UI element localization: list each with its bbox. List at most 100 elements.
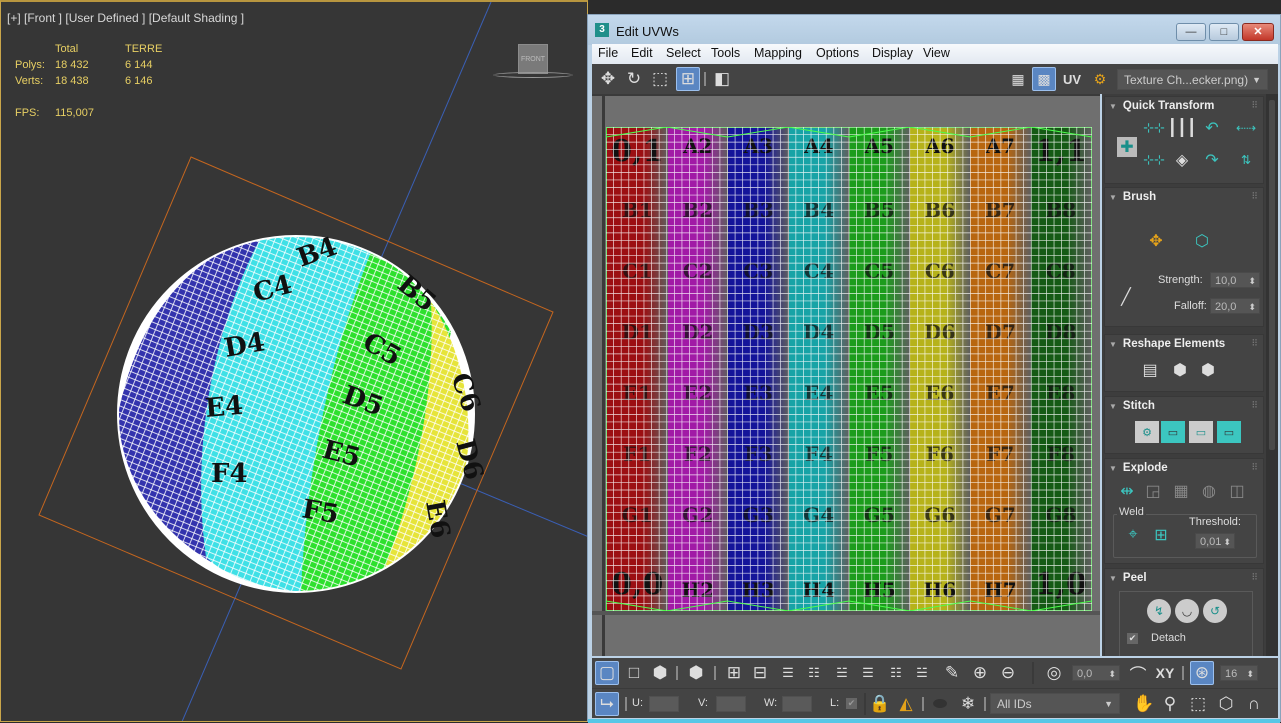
menu-select[interactable]: Select [666, 46, 701, 60]
ring-icon[interactable]: ☰ [856, 661, 880, 685]
paint-move-icon[interactable]: ✥ [1143, 228, 1169, 254]
menu-view[interactable]: View [923, 46, 950, 60]
checker-pattern-icon[interactable]: ▦ [1006, 67, 1030, 91]
maximize-button[interactable]: □ [1209, 23, 1239, 41]
coord-space-xy[interactable]: XY [1152, 661, 1178, 685]
lock-selection-icon[interactable]: 🔒 [868, 692, 892, 716]
soft-selection-icon[interactable]: ◎ [1042, 661, 1066, 685]
rollout-title[interactable]: ▼ Brush [1109, 191, 1156, 203]
grid-spinner[interactable]: 16 ⬍ [1220, 665, 1258, 681]
relax-settings-icon[interactable]: ⬢ [1195, 357, 1221, 383]
menu-edit[interactable]: Edit [631, 46, 653, 60]
hide-show-icon[interactable]: ◭ [894, 692, 918, 716]
menu-mapping[interactable]: Mapping [754, 46, 802, 60]
flatten-by-smoothing-icon[interactable]: ◍ [1197, 479, 1221, 503]
edge-mode-icon[interactable]: □ [622, 661, 646, 685]
show-map-icon[interactable]: ▩ [1032, 67, 1056, 91]
polygon-mode-icon[interactable]: ⬢ [648, 661, 672, 685]
straighten-icon[interactable]: ▤ [1137, 357, 1163, 383]
title-bar[interactable]: 3 Edit UVWs — □ ✕ [588, 15, 1280, 45]
grip-icon[interactable]: ⠿ [1251, 100, 1258, 111]
panel-scrollbar[interactable] [1266, 94, 1278, 656]
zoom-extents-icon[interactable]: ⬡ [1214, 692, 1238, 716]
shrink-loop-icon[interactable]: ☱ [830, 661, 854, 685]
peel-mode-icon[interactable]: ◡ [1175, 599, 1199, 623]
stitch-to-target-icon[interactable]: ▭ [1217, 421, 1241, 443]
reset-peel-icon[interactable]: ↺ [1203, 599, 1227, 623]
grip-icon[interactable]: ⠿ [1251, 400, 1258, 411]
space-horizontal-icon[interactable]: ⇠⇢ [1233, 117, 1259, 139]
grow-ring-icon[interactable]: ☷ [884, 661, 908, 685]
shrink-ring-icon[interactable]: ☱ [910, 661, 934, 685]
stitch-average-icon[interactable]: ▭ [1189, 421, 1213, 443]
menu-options[interactable]: Options [816, 46, 859, 60]
rollout-title[interactable]: ▼ Stitch [1109, 400, 1155, 412]
stitch-to-source-icon[interactable]: ▭ [1161, 421, 1185, 443]
rollout-title[interactable]: ▼ Peel [1109, 572, 1147, 584]
quick-peel-icon[interactable]: ↯ [1147, 599, 1171, 623]
relax-icon[interactable]: ⬢ [1167, 357, 1193, 383]
grow-selection-icon[interactable]: ⊞ [722, 661, 746, 685]
texture-dropdown[interactable]: Texture Ch...ecker.png) ▼ [1117, 69, 1268, 90]
grip-icon[interactable]: ⠿ [1251, 191, 1258, 202]
mirror-icon[interactable]: ◧ [710, 67, 734, 91]
rollout-title[interactable]: ▼ Explode [1109, 462, 1168, 474]
w-field[interactable] [782, 696, 812, 712]
uv-editor-canvas[interactable]: 0,1 B1 C1 D1 E1 F1 G1 0,0 A2 B2 C2 D2 E2 F2 G2 H2 A3 B3 C3… [592, 94, 1100, 656]
zoom-region-icon[interactable]: ⬚ [1186, 692, 1210, 716]
align-vertical-icon[interactable]: ⊹⊹ [1141, 149, 1167, 171]
relax-brush-icon[interactable]: ⬡ [1189, 228, 1215, 254]
close-button[interactable]: ✕ [1242, 23, 1274, 41]
flatten-by-polygon-icon[interactable]: ▦ [1169, 479, 1193, 503]
uv-toggle[interactable]: UV [1058, 67, 1086, 91]
shrink-selection-icon[interactable]: ⊟ [748, 661, 772, 685]
space-vertical-arrows-icon[interactable]: ⇅ [1233, 149, 1259, 171]
freeform-icon[interactable]: ⊞ [676, 67, 700, 91]
material-id-dropdown[interactable]: All IDs ▼ [990, 693, 1120, 714]
falloff-curve-icon[interactable]: ╱ [1113, 284, 1139, 310]
rotate-ccw-icon[interactable]: ↶ [1199, 117, 1225, 139]
angle-spinner[interactable]: 0,0 ⬍ [1072, 665, 1120, 681]
rollout-title[interactable]: ▼ Quick Transform [1109, 100, 1214, 112]
weld-target-icon[interactable]: ⊞ [1149, 523, 1173, 547]
pivot-icon[interactable]: ✚ [1117, 137, 1137, 157]
linear-align-icon[interactable]: ◈ [1169, 149, 1195, 171]
grip-icon[interactable]: ⠿ [1251, 338, 1258, 349]
shrink-brush-icon[interactable]: ⊖ [996, 661, 1020, 685]
menu-display[interactable]: Display [872, 46, 913, 60]
zoom-icon[interactable]: ⚲ [1158, 692, 1182, 716]
stitch-custom-icon[interactable]: ⚙ [1135, 421, 1159, 443]
rotate-cw-icon[interactable]: ↷ [1199, 149, 1225, 171]
weld-selected-icon[interactable]: ⌖ [1121, 523, 1145, 547]
scene-svg[interactable]: B4C4D4E4F4B5C5D5E5F5C6D6E6 [1, 2, 588, 722]
detach-edge-icon[interactable]: ◲ [1141, 479, 1165, 503]
texture-settings-icon[interactable]: ⚙ [1088, 67, 1112, 91]
u-field[interactable] [649, 696, 679, 712]
element-mode-icon[interactable]: ⬢ [684, 661, 708, 685]
space-vertical-icon[interactable]: ┃┃┃ [1168, 117, 1197, 139]
menu-tools[interactable]: Tools [711, 46, 740, 60]
align-horizontal-icon[interactable]: ⊹⊹ [1141, 117, 1167, 139]
front-viewport[interactable]: [+] [Front ] [User Defined ] [Default Sh… [0, 0, 588, 722]
rollout-title[interactable]: ▼ Reshape Elements [1109, 338, 1225, 350]
snap-icon[interactable]: ∩ [1242, 692, 1266, 716]
edit-uvws-window[interactable]: 3 Edit UVWs — □ ✕ File Edit Select Tools… [587, 14, 1281, 723]
enlarge-brush-icon[interactable]: ⊕ [968, 661, 992, 685]
menu-file[interactable]: File [598, 46, 618, 60]
detach-checkbox[interactable]: ✔ [1127, 633, 1138, 644]
threshold-spinner[interactable]: 0,01 ⬍ [1195, 533, 1235, 549]
loop-icon[interactable]: ☰ [776, 661, 800, 685]
freeze-icon[interactable]: ❄ [956, 692, 980, 716]
l-checkbox[interactable]: ✔ [846, 698, 857, 709]
vertex-mode-icon[interactable]: ▢ [595, 661, 619, 685]
minimize-button[interactable]: — [1176, 23, 1206, 41]
break-icon[interactable]: ⇹ [1115, 479, 1139, 503]
flatten-by-material-icon[interactable]: ◫ [1225, 479, 1249, 503]
strength-spinner[interactable]: 10,0 ⬍ [1210, 272, 1260, 288]
falloff-spinner[interactable]: 20,0 ⬍ [1210, 298, 1260, 314]
freeze-dropdown-icon[interactable]: ⬬ [928, 692, 952, 716]
absolute-offset-icon[interactable]: ⮡ [595, 692, 619, 716]
paint-select-icon[interactable]: ✎ [940, 661, 964, 685]
pan-icon[interactable]: ✋ [1132, 692, 1156, 716]
grip-icon[interactable]: ⠿ [1251, 572, 1258, 583]
